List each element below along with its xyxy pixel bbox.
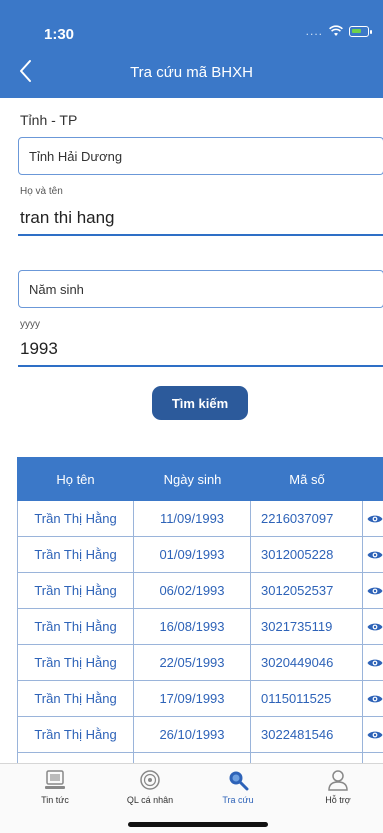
row-code: 0115011525 <box>251 681 363 716</box>
status-time: 1:30 <box>44 26 75 43</box>
tab-lookup-label: Tra cứu <box>222 795 254 805</box>
row-dob: 06/02/1993 <box>134 573 251 608</box>
row-name: Trần Thị Hằng <box>17 717 134 752</box>
eye-icon <box>367 515 383 522</box>
row-dob: 11/09/1993 <box>134 501 251 536</box>
row-dob: 01/09/1993 <box>134 537 251 572</box>
app-header: 1:30 .... Tra cứu mã BHXH <box>0 0 383 98</box>
eye-icon <box>367 659 383 666</box>
row-name: Trần Thị Hằng <box>17 501 134 536</box>
birth-year-format-label: yyyy <box>20 319 40 330</box>
status-icons: .... <box>305 24 372 38</box>
table-row[interactable]: Trần Thị Hằng 06/02/1993 3012052537 <box>17 573 383 609</box>
news-icon <box>45 770 65 789</box>
signal-dots: .... <box>305 24 323 38</box>
name-input[interactable]: tran thi hang <box>18 208 383 236</box>
row-code: 2216037097 <box>251 501 363 536</box>
eye-icon <box>367 731 383 738</box>
view-detail-button[interactable] <box>363 717 383 752</box>
view-detail-button[interactable] <box>363 537 383 572</box>
row-code: 3022481546 <box>251 717 363 752</box>
row-code: 3012052537 <box>251 573 363 608</box>
province-label: Tỉnh - TP <box>20 112 78 128</box>
column-header-code: Mã số <box>289 471 325 487</box>
row-name: Trần Thị Hằng <box>17 645 134 680</box>
row-name: Trần Thị Hằng <box>17 573 134 608</box>
table-body: Trần Thị Hằng 11/09/1993 2216037097 Trần Th… <box>17 501 383 763</box>
tab-personal[interactable]: QL cá nhân <box>105 764 195 812</box>
table-row[interactable]: Trần Thị Hằng 17/09/1993 0115011525 <box>17 681 383 717</box>
province-select[interactable]: Tỉnh Hải Dương <box>18 137 383 175</box>
wifi-icon <box>329 25 343 36</box>
tab-personal-label: QL cá nhân <box>126 795 174 805</box>
tab-lookup[interactable]: Tra cứu <box>193 764 283 812</box>
view-detail-button[interactable] <box>363 645 383 680</box>
personal-emblem-icon <box>140 770 160 790</box>
row-dob: 17/09/1993 <box>134 681 251 716</box>
table-header: Họ tên Ngày sinh Mã số <box>17 457 383 501</box>
row-name: Trần Thị Hằng <box>17 681 134 716</box>
support-person-icon <box>328 770 348 791</box>
row-dob: 05/08/1993 <box>134 753 251 763</box>
results-table: Họ tên Ngày sinh Mã số Trần Thị Hằng 11/0… <box>17 457 383 763</box>
row-dob: 22/05/1993 <box>134 645 251 680</box>
view-detail-button[interactable] <box>363 501 383 536</box>
row-dob: 16/08/1993 <box>134 609 251 644</box>
view-detail-button[interactable] <box>363 609 383 644</box>
column-header-name: Họ tên <box>56 471 95 487</box>
view-detail-button[interactable] <box>363 573 383 608</box>
table-row[interactable]: Trần Thị Hằng 22/05/1993 3020449046 <box>17 645 383 681</box>
row-name: Trần Thị Hằng <box>17 753 134 763</box>
table-row[interactable]: Trần Thị Hằng05/08/19933014061235 <box>17 753 383 763</box>
row-dob: 26/10/1993 <box>134 717 251 752</box>
lookup-search-icon <box>229 771 249 791</box>
birth-year-field[interactable]: Năm sinh <box>18 270 383 308</box>
tab-news-label: Tin tức <box>41 795 69 805</box>
row-name: Trần Thị Hằng <box>17 609 134 644</box>
table-row[interactable]: Trần Thị Hằng 01/09/1993 3012005228 <box>17 537 383 573</box>
tab-support-label: Hỗ trợ <box>325 795 351 805</box>
eye-icon <box>367 551 383 558</box>
tab-support[interactable]: Hỗ trợ <box>293 764 383 812</box>
view-detail-button[interactable] <box>363 681 383 716</box>
search-button[interactable]: Tìm kiếm <box>152 386 248 420</box>
view-detail-button[interactable] <box>363 753 383 763</box>
birth-year-input[interactable]: 1993 <box>18 339 383 367</box>
row-code: 3012005228 <box>251 537 363 572</box>
tab-news[interactable]: Tin tức <box>10 764 100 812</box>
table-row[interactable]: Trần Thị Hằng 16/08/1993 3021735119 <box>17 609 383 645</box>
home-indicator <box>128 822 268 827</box>
row-code: 3021735119 <box>251 609 363 644</box>
table-row[interactable]: Trần Thị Hằng 26/10/1993 3022481546 <box>17 717 383 753</box>
table-row[interactable]: Trần Thị Hằng 11/09/1993 2216037097 <box>17 501 383 537</box>
eye-icon <box>367 623 383 630</box>
eye-icon <box>367 695 383 702</box>
row-code: 3020449046 <box>251 645 363 680</box>
page-title: Tra cứu mã BHXH <box>130 64 253 81</box>
row-code: 3014061235 <box>251 753 363 763</box>
row-name: Trần Thị Hằng <box>17 537 134 572</box>
eye-icon <box>367 587 383 594</box>
column-header-dob: Ngày sinh <box>163 471 222 487</box>
battery-icon <box>349 25 372 37</box>
name-label: Họ và tên <box>20 186 63 197</box>
